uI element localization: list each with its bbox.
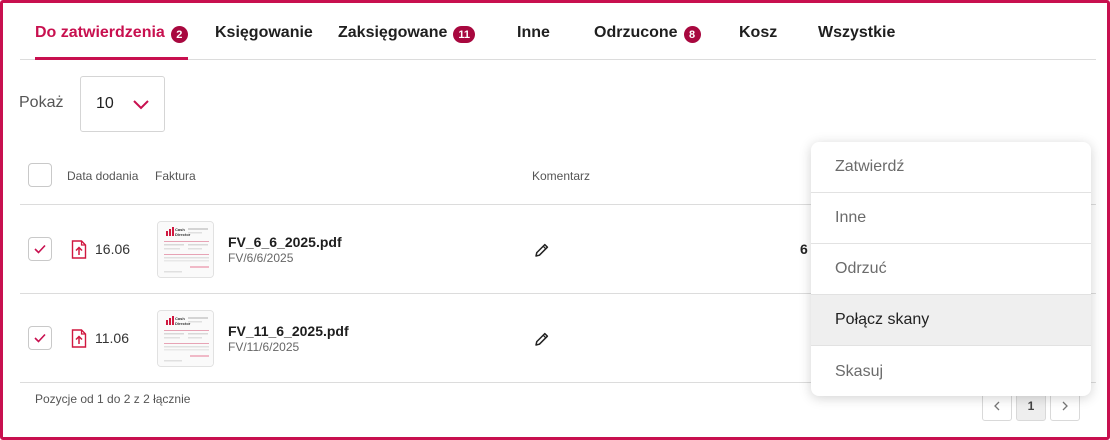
checkmark-icon [34, 244, 46, 254]
tab-kosz[interactable]: Kosz [739, 19, 777, 59]
invoice-file-name[interactable]: FV_6_6_2025.pdf [228, 234, 342, 250]
tab-count-badge: 2 [170, 26, 188, 43]
invoice-file-name[interactable]: FV_11_6_2025.pdf [228, 323, 349, 339]
tab-odrzucone[interactable]: Odrzucone 8 [594, 19, 701, 59]
pagination-summary: Pozycje od 1 do 2 z 2 łącznie [35, 392, 191, 406]
edit-comment-pencil-icon[interactable] [534, 331, 550, 347]
row-checkbox[interactable] [28, 237, 52, 261]
file-upload-icon [71, 329, 87, 348]
invoice-thumbnail[interactable]: Cash Director [157, 221, 214, 278]
tab-label: Odrzucone [594, 24, 678, 41]
tab-bar: Do zatwierdzenia 2 Księgowanie Zaksięgow… [20, 19, 1096, 60]
chevron-right-icon [1062, 401, 1068, 411]
chevron-left-icon [994, 401, 1000, 411]
page-size-select[interactable]: 10 [80, 76, 165, 132]
menu-item-reject[interactable]: Odrzuć [811, 244, 1091, 295]
tab-count-badge: 11 [453, 26, 476, 43]
page-size-label: Pokaż [19, 94, 64, 111]
edit-comment-pencil-icon[interactable] [534, 242, 550, 258]
tab-label: Do zatwierdzenia [35, 24, 165, 41]
column-header-comment[interactable]: Komentarz [532, 169, 590, 183]
added-date: 11.06 [95, 330, 129, 346]
invoice-preview-image: Cash Director [158, 311, 213, 366]
tab-label: Zaksięgowane [338, 24, 448, 41]
menu-item-other[interactable]: Inne [811, 193, 1091, 244]
column-header-invoice[interactable]: Faktura [155, 169, 196, 183]
invoice-number: FV/11/6/2025 [228, 340, 300, 354]
select-all-checkbox[interactable] [28, 163, 52, 187]
tab-do-zatwierdzenia[interactable]: Do zatwierdzenia 2 [35, 19, 188, 60]
tab-zaksiegowane[interactable]: Zaksięgowane 11 [338, 19, 476, 59]
added-date: 16.06 [95, 241, 131, 257]
tab-inne[interactable]: Inne [517, 19, 550, 59]
menu-item-delete[interactable]: Skasuj [811, 346, 1091, 396]
amount-partially-hidden: 6 [800, 241, 808, 257]
menu-item-approve[interactable]: Zatwierdź [811, 142, 1091, 193]
menu-item-merge-scans[interactable]: Połącz skany [811, 295, 1091, 346]
tab-label: Inne [517, 24, 550, 41]
file-upload-icon [71, 240, 87, 259]
actions-dropdown-menu: Zatwierdź Inne Odrzuć Połącz skany Skasu… [811, 142, 1091, 396]
tab-label: Księgowanie [215, 24, 313, 41]
tab-wszystkie[interactable]: Wszystkie [818, 19, 895, 59]
page-size-value: 10 [96, 95, 114, 112]
row-checkbox[interactable] [28, 326, 52, 350]
checkmark-icon [34, 333, 46, 343]
chevron-down-icon [133, 100, 149, 110]
tab-count-badge: 8 [683, 26, 701, 43]
tab-label: Wszystkie [818, 24, 896, 41]
column-header-date[interactable]: Data dodania [67, 169, 138, 183]
tab-label: Kosz [739, 24, 778, 41]
invoice-thumbnail[interactable]: Cash Director [157, 310, 214, 367]
tab-ksiegowanie[interactable]: Księgowanie [215, 19, 313, 59]
invoice-preview-image: Cash Director [158, 222, 213, 277]
app-frame: Do zatwierdzenia 2 Księgowanie Zaksięgow… [0, 0, 1110, 440]
invoice-number: FV/6/6/2025 [228, 251, 294, 265]
